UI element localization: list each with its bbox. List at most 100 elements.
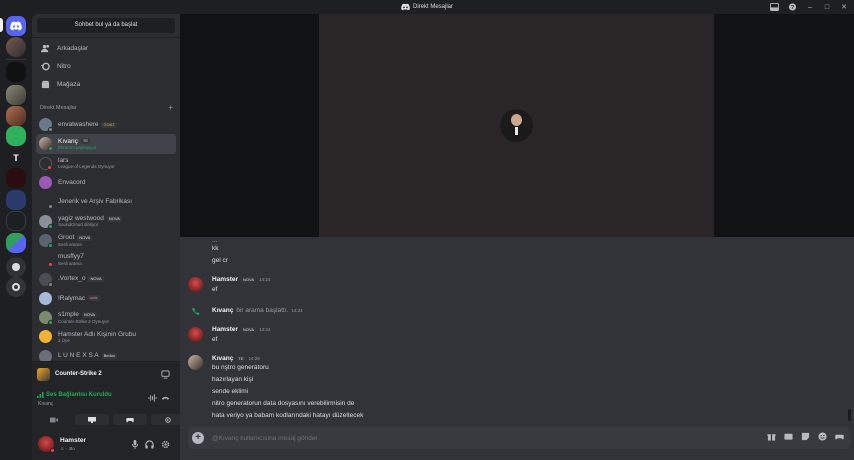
inbox-icon[interactable] [770, 3, 779, 11]
avatar [39, 272, 53, 287]
discord-logo-icon [401, 3, 410, 11]
avatar [39, 176, 52, 190]
dm-item[interactable]: s1mple NOVA Counter-Strike 2 Oynuyor [36, 308, 176, 327]
clan-tag: NOVA [106, 215, 122, 222]
camera-button[interactable] [37, 414, 71, 425]
emoji-icon[interactable] [818, 432, 827, 441]
user-name: Hamster [60, 437, 87, 444]
dm-name: lars [58, 156, 69, 164]
message-header: Kıvanç TE 14:29 [212, 355, 260, 362]
call-area [180, 14, 854, 237]
add-server-icon [12, 263, 20, 271]
close-button[interactable]: ✕ [840, 3, 848, 11]
message-list: ... kk gel cr Hamster NOVA 14:24 ef Kıva… [180, 237, 854, 425]
dm-name: Groot [58, 234, 75, 242]
dm-item[interactable]: Groot NOVA Sesli arama [36, 231, 176, 250]
nav-nitro[interactable]: Nitro [36, 58, 176, 74]
chat-scrollbar[interactable] [848, 409, 851, 421]
voice-status-text: Ses Bağlantısı Kuruldu [46, 392, 112, 398]
settings-gear-icon[interactable] [161, 440, 170, 449]
home-button[interactable] [6, 16, 26, 36]
dm-item[interactable]: musffyy7 Sesli arama [36, 250, 176, 269]
headphones-icon[interactable] [145, 440, 154, 449]
message-author[interactable]: Kıvanç [212, 355, 233, 362]
nav-shop[interactable]: Mağaza [36, 76, 176, 92]
gif-icon[interactable] [784, 432, 793, 441]
dm-avatar-button[interactable] [6, 37, 26, 57]
message-avatar[interactable] [188, 327, 203, 342]
dm-item[interactable]: !Ralymac cute [36, 289, 176, 308]
dm-item[interactable]: Hamster Adlı Kişinin Grubu 1 Üye [36, 327, 176, 346]
dm-item[interactable]: yagiz westwood NOVA SoundCloud dinliyor [36, 211, 176, 230]
server-icon[interactable] [6, 85, 26, 105]
dm-item[interactable]: lars League of Legends Oynuyor [36, 154, 176, 173]
message-composer: + [188, 427, 850, 449]
message-input[interactable] [212, 431, 732, 445]
dm-item[interactable]: .Vortex_o NOVA [36, 269, 176, 288]
activity-settings-icon[interactable] [161, 370, 170, 379]
server-icon[interactable] [6, 168, 26, 188]
find-conversation-button[interactable]: Sohbet bul ya da başlat [37, 18, 175, 33]
avatar [39, 118, 53, 133]
server-icon[interactable] [6, 190, 26, 210]
window-title-text: Direkt Mesajlar [412, 4, 453, 10]
dm-item[interactable]: Jenerik ve Arşiv Fabrikası [36, 192, 176, 211]
clan-tag: GOAT [101, 121, 117, 128]
friends-icon [41, 44, 50, 52]
help-icon[interactable]: ? [788, 3, 797, 11]
dm-item-active[interactable]: Kıvanç TE Ekranını paylaşıyor [36, 134, 176, 154]
create-dm-button[interactable]: + [168, 104, 173, 112]
voice-channel-name[interactable]: Kıvanç [38, 401, 53, 407]
gift-icon[interactable] [767, 432, 776, 441]
voice-status[interactable]: Ses Bağlantısı Kuruldu [37, 392, 112, 398]
noise-suppression-icon[interactable] [148, 394, 157, 402]
disconnect-icon[interactable] [161, 394, 170, 402]
svg-text:?: ? [791, 5, 795, 11]
call-participant-tile[interactable] [319, 14, 714, 237]
clan-tag: NOVA [77, 234, 93, 241]
message-avatar[interactable] [188, 355, 203, 370]
status-indicator [47, 164, 52, 170]
message-header: Hamster NOVA 14:24 [212, 276, 270, 283]
status-indicator [48, 281, 53, 287]
dm-item[interactable]: envatwashere GOAT [36, 115, 176, 134]
attach-plus-icon[interactable]: + [192, 432, 204, 444]
message-header: Hamster NOVA 14:24 [212, 326, 270, 333]
sidebar-divider [32, 37, 180, 38]
nav-friends[interactable]: Arkadaşlar [36, 40, 176, 56]
activities-button[interactable] [113, 414, 147, 425]
avatar [39, 214, 53, 229]
dm-item[interactable]: Envacord [36, 173, 176, 192]
minimize-button[interactable]: – [806, 4, 814, 11]
server-icon[interactable] [6, 126, 26, 146]
user-avatar[interactable] [38, 436, 55, 453]
message-author[interactable]: Hamster [212, 326, 238, 333]
server-icon[interactable] [6, 62, 26, 82]
status-indicator [48, 320, 53, 326]
user-status-indicator [50, 448, 55, 453]
status-indicator [48, 223, 53, 229]
message-avatar[interactable] [188, 277, 203, 292]
server-folder-icon[interactable] [6, 233, 26, 253]
add-server-button[interactable] [6, 257, 26, 277]
sticker-icon[interactable] [801, 432, 810, 441]
discover-button[interactable] [6, 277, 26, 297]
avatar [39, 291, 52, 305]
apps-icon[interactable] [835, 432, 844, 441]
message-author[interactable]: Hamster [212, 276, 238, 283]
message-text: nitro generatorun data dosyasını verebil… [212, 400, 355, 407]
avatar [39, 311, 53, 326]
maximize-button[interactable]: □ [823, 4, 831, 11]
message-text: ef [212, 286, 218, 293]
game-activity-panel: Counter-Strike 2 [32, 361, 180, 388]
game-name: Counter-Strike 2 [55, 371, 102, 377]
server-icon[interactable] [6, 106, 26, 126]
server-icon[interactable]: T [6, 148, 26, 168]
server-icon[interactable] [6, 211, 26, 231]
screen-share-button[interactable] [75, 414, 109, 425]
system-author[interactable]: Kıvanç [212, 307, 233, 314]
dm-name: !Ralymac [58, 294, 86, 302]
microphone-icon[interactable] [131, 440, 139, 449]
clan-tag: NOVA [88, 276, 104, 283]
dm-name: envatwashere [58, 120, 99, 128]
